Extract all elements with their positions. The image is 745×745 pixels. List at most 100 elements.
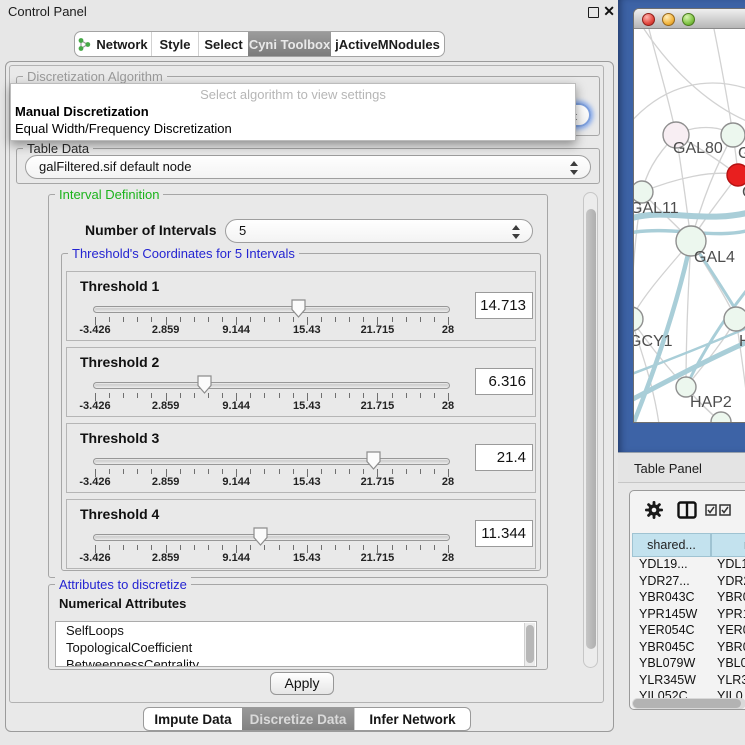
slider-tick <box>264 469 265 474</box>
threshold-panel: Threshold 1-3.4262.8599.14415.4321.71528… <box>66 271 536 341</box>
checkbox-icon[interactable] <box>719 504 731 516</box>
slider-tick <box>180 317 181 322</box>
table-cell-shared-name: YDR27... <box>639 574 690 588</box>
attribute-list-item[interactable]: TopologicalCoefficient <box>56 639 536 656</box>
column-header-name[interactable]: na <box>711 533 745 557</box>
network-edge-highlighted[interactable] <box>686 281 745 387</box>
threshold-label: Threshold 3 <box>80 430 159 446</box>
threshold-slider-thumb[interactable] <box>253 527 268 546</box>
slider-tick-label: 21.715 <box>361 552 395 564</box>
column-header-shared-name[interactable]: shared... <box>632 533 711 557</box>
threshold-slider-thumb[interactable] <box>197 375 212 394</box>
column-view-icon[interactable] <box>677 501 697 519</box>
numerical-attributes-list[interactable]: SelfLoopsTopologicalCoefficientBetweenne… <box>55 621 537 667</box>
settings-scrollbar[interactable] <box>583 192 598 668</box>
threshold-value-field[interactable]: 11.344 <box>475 520 533 547</box>
threshold-slider-track[interactable] <box>93 306 450 313</box>
network-edge[interactable] <box>649 29 676 135</box>
table-row[interactable]: YDR27...YDR2 <box>630 574 745 591</box>
table-row[interactable]: YBR043CYBR0 <box>630 590 745 607</box>
close-traffic-light-icon[interactable] <box>642 13 655 26</box>
network-node[interactable] <box>724 307 745 331</box>
table-row[interactable]: YBR045CYBR0 <box>630 640 745 657</box>
attribute-list-item[interactable]: SelfLoops <box>56 622 536 639</box>
table-data-combo[interactable]: galFiltered.sif default node <box>25 155 591 179</box>
tab-impute-data[interactable]: Impute Data <box>144 708 242 730</box>
slider-tick <box>151 545 152 550</box>
interval-definition-group: Interval Definition Number of Intervals … <box>48 194 548 578</box>
slider-tick-label: -3.426 <box>79 476 110 488</box>
slider-tick <box>109 393 110 398</box>
gear-icon[interactable] <box>644 500 664 520</box>
slider-tick <box>349 393 350 398</box>
slider-tick <box>279 393 280 398</box>
table-row[interactable]: YPR145WYPR1 <box>630 607 745 624</box>
algorithm-option-manual[interactable]: Manual Discretization <box>15 104 149 119</box>
network-edge[interactable] <box>714 29 733 135</box>
checkbox-icon[interactable] <box>705 504 717 516</box>
network-node-label: H <box>739 333 745 350</box>
slider-tick <box>250 545 251 550</box>
threshold-value-field[interactable]: 21.4 <box>475 444 533 471</box>
scrollbar-thumb[interactable] <box>633 699 741 708</box>
table-row[interactable]: YBL079WYBL0 <box>630 656 745 673</box>
minimize-traffic-light-icon[interactable] <box>662 13 675 26</box>
algorithm-option-equal-width[interactable]: Equal Width/Frequency Discretization <box>15 121 232 136</box>
number-of-intervals-combo[interactable]: 5 <box>225 219 533 243</box>
threshold-value-field[interactable]: 6.316 <box>475 368 533 395</box>
table-horizontal-scrollbar[interactable] <box>632 698 745 709</box>
tab-cyni-toolbox[interactable]: Cyni Toolbox <box>248 32 331 56</box>
table-row[interactable]: YDL19...YDL1 <box>630 557 745 574</box>
network-window-titlebar[interactable] <box>634 9 745 29</box>
tab-style[interactable]: Style <box>151 32 198 56</box>
slider-tick <box>109 469 110 474</box>
float-window-icon[interactable] <box>588 7 599 18</box>
threshold-slider-track[interactable] <box>93 382 450 389</box>
slider-tick <box>406 393 407 398</box>
attributes-scrollbar[interactable] <box>524 623 535 666</box>
scrollbar-thumb[interactable] <box>526 625 534 663</box>
tab-infer-network[interactable]: Infer Network <box>354 708 470 730</box>
tab-discretize-data[interactable]: Discretize Data <box>242 708 354 730</box>
slider-tick <box>406 469 407 474</box>
tab-network[interactable]: Network <box>75 32 151 56</box>
control-panel-title: Control Panel <box>8 4 87 19</box>
close-icon[interactable]: ✕ <box>603 3 615 20</box>
threshold-panel: Threshold 4-3.4262.8599.14415.4321.71528… <box>66 499 536 569</box>
control-panel: Control Panel ✕ Network Style Sel <box>0 0 618 745</box>
zoom-traffic-light-icon[interactable] <box>682 13 695 26</box>
table-row[interactable]: YLR345WYLR3 <box>630 673 745 690</box>
apply-button[interactable]: Apply <box>270 672 334 695</box>
table-row[interactable]: YER054CYER0 <box>630 623 745 640</box>
combo-arrows-icon <box>511 224 521 240</box>
attribute-list-item[interactable]: BetweennessCentrality <box>56 656 536 667</box>
scrollbar-thumb[interactable] <box>586 209 596 649</box>
network-graph[interactable]: GAL80GACGAL11GAL4GCY1HHAP2 <box>634 29 745 423</box>
network-node[interactable] <box>721 123 745 147</box>
slider-tick <box>335 317 336 322</box>
network-icon <box>78 37 91 52</box>
network-node[interactable] <box>711 412 731 423</box>
slider-tick <box>406 545 407 550</box>
table-cell-shared-name: YBR045C <box>639 640 695 654</box>
slider-tick <box>180 393 181 398</box>
slider-tick <box>321 469 322 474</box>
network-node[interactable] <box>634 307 643 331</box>
threshold-label: Threshold 1 <box>80 278 159 294</box>
threshold-slider-track[interactable] <box>93 458 450 465</box>
slider-tick <box>293 545 294 550</box>
network-window: GAL80GACGAL11GAL4GCY1HHAP2 <box>633 8 745 423</box>
threshold-slider-thumb[interactable] <box>291 299 306 318</box>
threshold-slider-track[interactable] <box>93 534 450 541</box>
network-edge[interactable] <box>642 173 738 192</box>
network-edge[interactable] <box>644 29 745 124</box>
slider-tick <box>279 317 280 322</box>
tab-jactivemnodules[interactable]: jActiveMNodules <box>331 32 444 56</box>
threshold-slider-thumb[interactable] <box>366 451 381 470</box>
network-node[interactable] <box>727 164 745 186</box>
algorithm-hint-option[interactable]: Select algorithm to view settings <box>11 87 575 102</box>
threshold-value-field[interactable]: 14.713 <box>475 292 533 319</box>
network-canvas[interactable]: GAL80GACGAL11GAL4GCY1HHAP2 <box>634 29 745 423</box>
slider-tick-label: -3.426 <box>79 400 110 412</box>
tab-select[interactable]: Select <box>198 32 248 56</box>
